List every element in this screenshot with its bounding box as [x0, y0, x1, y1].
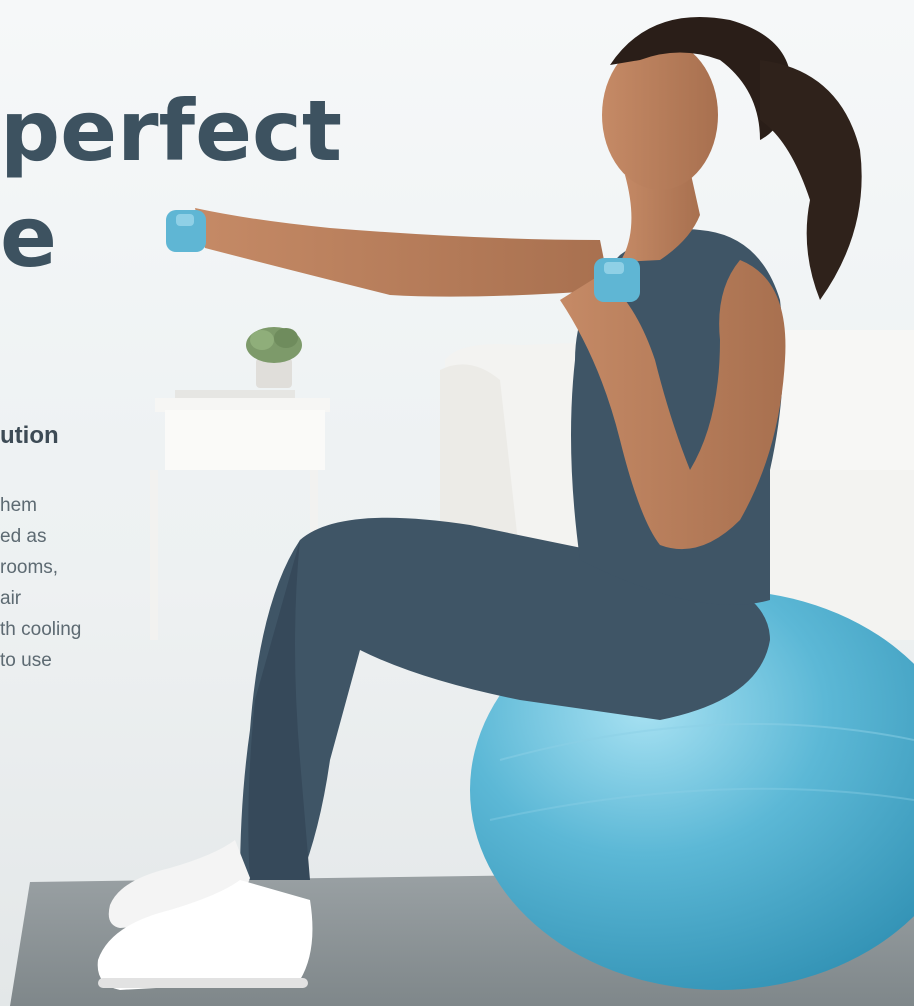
body-line: ed as: [0, 526, 47, 547]
hero-headline: perfect e: [0, 78, 342, 290]
dumbbell-right: [594, 258, 640, 302]
hero-body-copy: hem ed as rooms, air th cooling to use: [0, 490, 81, 676]
body-line: rooms,: [0, 557, 59, 578]
body-line: hem: [0, 495, 37, 516]
body-line: air: [0, 588, 22, 609]
hero-subheading: ution: [0, 422, 59, 449]
body-line: th cooling: [0, 619, 82, 640]
hero-banner: perfect e ution hem ed as rooms, air th …: [0, 0, 914, 1006]
potted-plant: [246, 327, 302, 388]
headline-line-2: e: [0, 188, 57, 286]
body-line: to use: [0, 650, 52, 671]
headline-line-1: perfect: [0, 82, 342, 180]
